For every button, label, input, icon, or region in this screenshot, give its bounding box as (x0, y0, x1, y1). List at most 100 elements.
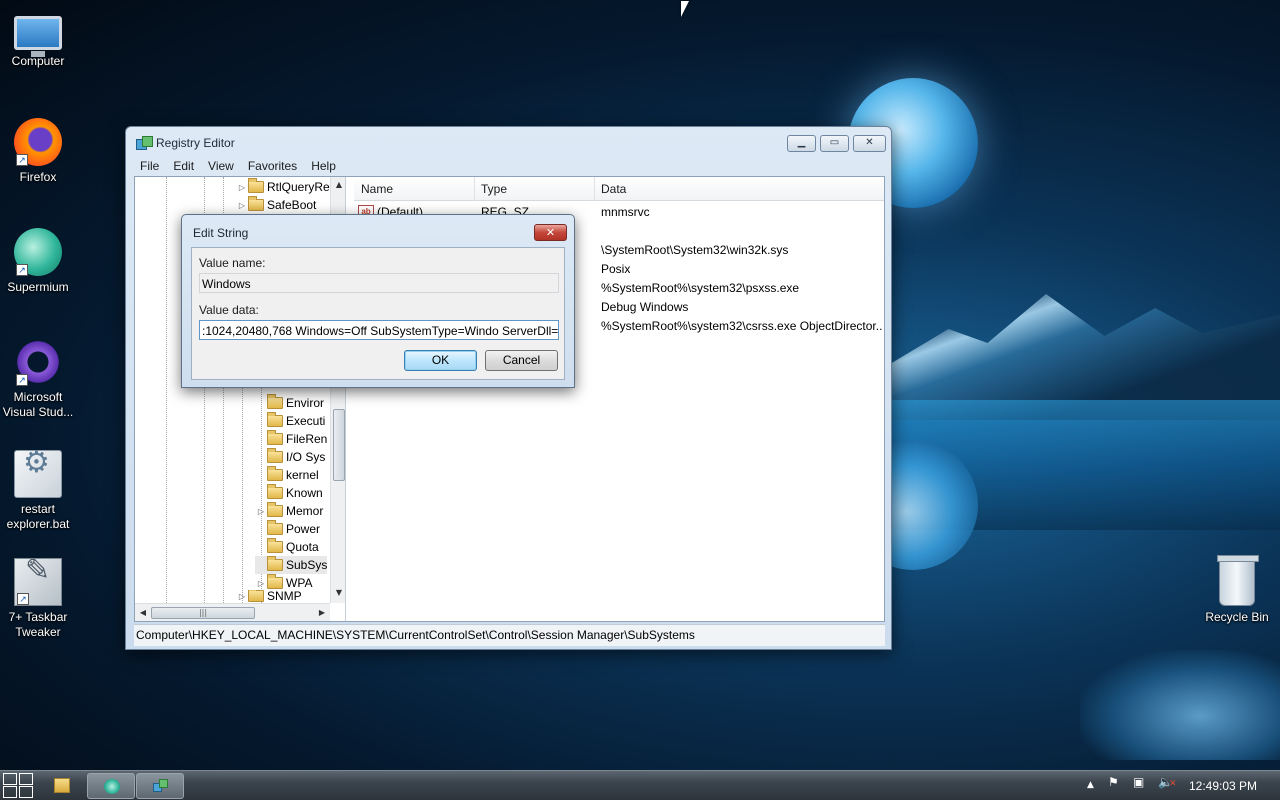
desktop-icon-restart-explorer[interactable]: restart explorer.bat (0, 450, 76, 532)
shortcut-arrow-icon: ↗ (16, 264, 28, 276)
desktop-icon-recycle-bin[interactable]: Recycle Bin (1199, 555, 1275, 625)
scroll-right-arrow-icon[interactable]: ▶ (314, 604, 330, 621)
scroll-up-arrow-icon[interactable]: ▲ (331, 177, 345, 193)
close-button[interactable]: ✕ (853, 135, 886, 152)
taskbar: ▲ ⚑ ▣ 🔈✕ 12:49:03 PM (0, 770, 1280, 800)
tree-item[interactable]: ▷ SafeBoot (236, 196, 316, 214)
tree-item[interactable]: kernel (255, 466, 319, 484)
scrollbar-thumb[interactable]: ||| (151, 607, 255, 619)
column-header-data[interactable]: Data (601, 182, 626, 196)
tree-horizontal-scrollbar[interactable]: ◀ ||| ▶ (135, 603, 330, 621)
taskbar-supermium[interactable] (87, 773, 135, 799)
computer-icon (14, 16, 62, 57)
dialog-title: Edit String (193, 226, 249, 240)
desktop-icon-computer[interactable]: Computer (0, 10, 76, 69)
menu-file[interactable]: File (133, 157, 166, 175)
shortcut-arrow-icon: ↗ (16, 374, 28, 386)
desktop-icon-taskbar-tweaker[interactable]: ↗ 7+ Taskbar Tweaker (0, 558, 76, 640)
taskbar-clock[interactable]: 12:49:03 PM (1189, 779, 1257, 793)
desktop-icon-label: Recycle Bin (1205, 610, 1269, 624)
tree-item-label: Known (286, 486, 323, 500)
desktop-icon-firefox[interactable]: ↗ Firefox (0, 118, 76, 185)
tree-item-label: I/O Sys (286, 450, 326, 464)
menu-help[interactable]: Help (304, 157, 343, 175)
value-name-field[interactable]: Windows (199, 273, 559, 293)
tree-item[interactable]: Power (255, 520, 320, 538)
tree-item-label: RtlQueryRe (267, 180, 330, 194)
action-center-flag-icon[interactable]: ⚑ (1108, 775, 1119, 789)
network-icon[interactable]: ▣ (1133, 775, 1144, 789)
tree-item[interactable]: I/O Sys (255, 448, 325, 466)
desktop-icon-label: Supermium (7, 280, 69, 294)
wallpaper-shore (1080, 650, 1280, 760)
value-data-field[interactable]: :1024,20480,768 Windows=Off SubSystemTyp… (199, 320, 559, 340)
tree-guide-line (166, 177, 167, 603)
scroll-down-arrow-icon[interactable]: ▼ (331, 585, 345, 601)
cancel-button[interactable]: Cancel (485, 350, 558, 371)
title-bar[interactable]: Registry Editor ▁ ▭ ✕ (126, 127, 891, 157)
edit-string-dialog[interactable]: Edit String ✕ Value name: Windows Value … (181, 214, 575, 388)
expand-arrow-icon[interactable]: ▷ (236, 183, 248, 192)
desktop-icon-label: 7+ Taskbar Tweaker (8, 610, 68, 639)
minimize-button[interactable]: ▁ (787, 135, 816, 152)
tree-item[interactable]: Enviror (255, 394, 324, 412)
tree-item-selected[interactable]: SubSys (255, 556, 328, 574)
visual-studio-icon: ↗ (14, 338, 62, 386)
tree-item-label: SubSys (286, 558, 328, 572)
dialog-close-button[interactable]: ✕ (534, 224, 567, 241)
folder-icon (248, 178, 264, 193)
expand-arrow-icon[interactable]: ▷ (236, 201, 248, 210)
window-title: Registry Editor (156, 136, 235, 150)
registry-editor-icon (136, 136, 153, 150)
desktop-icon-supermium[interactable]: ↗ Supermium (0, 228, 76, 295)
folder-icon (267, 466, 283, 481)
tree-item[interactable]: ▷ Memor (255, 502, 323, 520)
registry-editor-icon (153, 779, 169, 794)
column-header-type[interactable]: Type (481, 182, 507, 196)
shortcut-arrow-icon: ↗ (17, 593, 29, 605)
tree-item-label: FileRen (286, 432, 328, 446)
value-data: %SystemRoot%\system32\csrss.exe ObjectDi… (601, 319, 883, 333)
desktop-icon-label: restart explorer.bat (6, 502, 70, 531)
menu-edit[interactable]: Edit (166, 157, 201, 175)
folder-icon (267, 412, 283, 427)
folder-icon (248, 196, 264, 211)
value-data: \SystemRoot\System32\win32k.sys (601, 243, 789, 257)
column-header-name[interactable]: Name (361, 182, 393, 196)
dialog-body: Value name: Windows Value data: :1024,20… (191, 247, 565, 380)
value-data: Posix (601, 262, 631, 276)
wallpaper-mountains (890, 294, 1280, 420)
value-data: %SystemRoot%\system32\psxss.exe (601, 281, 800, 295)
registry-editor-window[interactable]: Registry Editor ▁ ▭ ✕ File Edit View Fav… (125, 126, 892, 650)
tree-item[interactable]: ▷ RtlQueryRe (236, 178, 330, 196)
folder-icon (267, 502, 283, 517)
folder-icon (267, 520, 283, 535)
desktop-icon-visual-studio[interactable]: ↗ Microsoft Visual Stud... (0, 338, 76, 420)
taskbar-file-explorer[interactable] (38, 773, 86, 799)
tree-item[interactable]: FileRen (255, 430, 327, 448)
taskbar-registry-editor[interactable] (136, 773, 184, 799)
menu-favorites[interactable]: Favorites (241, 157, 304, 175)
expand-arrow-icon[interactable]: ▷ (255, 579, 267, 588)
tree-item[interactable]: Quota (255, 538, 319, 556)
tree-item[interactable]: Executi (255, 412, 325, 430)
tree-item-label: Enviror (286, 396, 325, 410)
value-name-label: Value name: (199, 256, 266, 270)
recycle-bin-icon (1217, 555, 1259, 606)
volume-muted-icon[interactable]: 🔈✕ (1158, 775, 1177, 789)
tree-item-label: Quota (286, 540, 319, 554)
expand-arrow-icon[interactable]: ▷ (236, 592, 248, 601)
windows-logo-icon (3, 773, 17, 785)
tree-item-label: SafeBoot (267, 198, 317, 212)
maximize-button[interactable]: ▭ (820, 135, 849, 152)
tree-item-label: Executi (286, 414, 326, 428)
ok-button[interactable]: OK (404, 350, 477, 371)
start-button[interactable] (2, 772, 36, 800)
scroll-left-arrow-icon[interactable]: ◀ (135, 604, 151, 621)
tree-item[interactable]: ▷ SNMP (236, 590, 302, 602)
show-hidden-icons-arrow[interactable]: ▲ (1087, 780, 1094, 790)
scrollbar-thumb[interactable] (333, 409, 345, 481)
menu-view[interactable]: View (201, 157, 241, 175)
expand-arrow-icon[interactable]: ▷ (255, 507, 267, 516)
tree-item[interactable]: Known (255, 484, 323, 502)
